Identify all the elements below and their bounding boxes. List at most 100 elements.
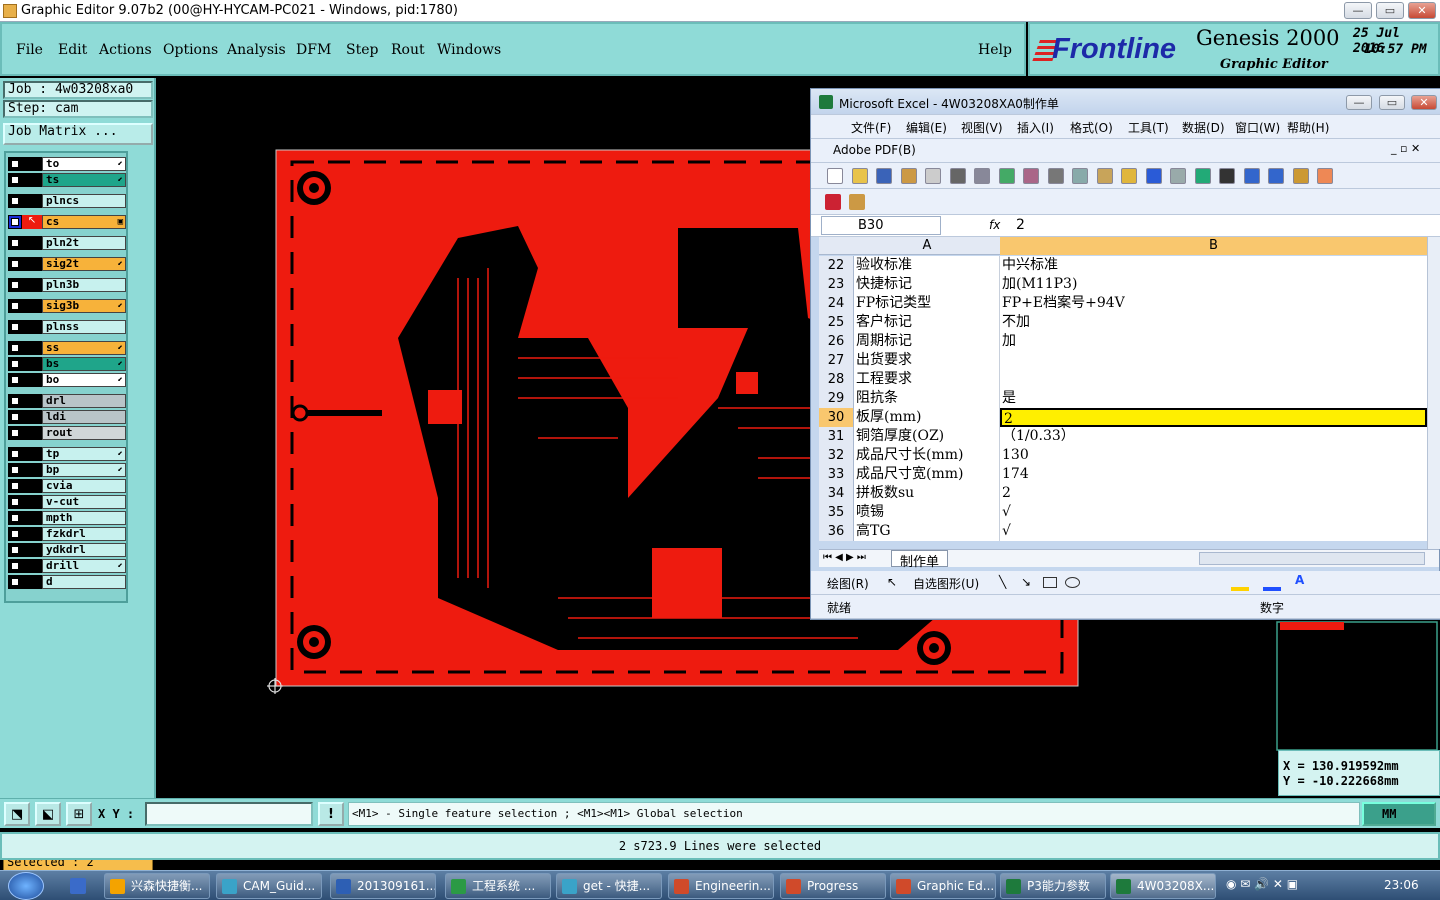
cell-a[interactable]: 快捷标记 xyxy=(854,275,1000,294)
menu-actions[interactable]: Actions xyxy=(99,42,152,58)
new-icon[interactable] xyxy=(827,168,843,184)
layer-name[interactable]: drl xyxy=(42,394,126,408)
layer-row-cs[interactable]: ↖ cs ▣ xyxy=(8,215,126,229)
layer-row-drill[interactable]: drill ⬋ xyxy=(8,559,126,573)
fx-icon[interactable]: fx xyxy=(989,218,1000,232)
layer-row-fzkdrl[interactable]: fzkdrl xyxy=(8,527,126,541)
taskbar-item[interactable]: Progress xyxy=(780,873,886,899)
layer-checkbox[interactable] xyxy=(8,299,22,313)
layer-name[interactable]: plncs xyxy=(42,194,126,208)
cell-b[interactable]: √ xyxy=(1000,503,1427,522)
layer-checkbox[interactable] xyxy=(8,410,22,424)
excel-menu-adobe-pdf[interactable]: Adobe PDF(B) xyxy=(833,143,916,157)
cell-a[interactable]: 铜箔厚度(OZ) xyxy=(854,427,1000,446)
open-icon[interactable] xyxy=(851,168,868,184)
layer-name[interactable]: drill ⬋ xyxy=(42,559,126,573)
paste-icon[interactable] xyxy=(1096,168,1113,184)
pdf-mail-icon[interactable] xyxy=(849,194,865,210)
sheet-tab-zhizuodan[interactable]: 制作单 xyxy=(891,550,949,570)
layer-name[interactable]: ldi xyxy=(42,410,126,424)
layer-checkbox[interactable] xyxy=(8,157,22,171)
layer-row-plnss[interactable]: plnss xyxy=(8,320,126,334)
excel-doc-controls[interactable]: _ ▫ ✕ xyxy=(1391,142,1420,155)
layer-name[interactable]: ss ⬋ xyxy=(42,341,126,355)
row-number[interactable]: 22 xyxy=(819,256,854,275)
layer-checkbox[interactable] xyxy=(8,194,22,208)
cell-b[interactable]: 中兴标准 xyxy=(1000,256,1427,275)
layer-checkbox[interactable] xyxy=(8,559,22,573)
alert-button[interactable]: ! xyxy=(318,802,344,826)
menu-help[interactable]: Help xyxy=(978,42,1012,58)
excel-menu-insert[interactable]: 插入(I) xyxy=(1017,119,1054,136)
col-header-a[interactable]: A xyxy=(854,237,1000,255)
layer-name[interactable]: cvia xyxy=(42,479,126,493)
cell-a[interactable]: 工程要求 xyxy=(854,370,1000,389)
layer-checkbox[interactable] xyxy=(8,236,22,250)
layer-row-plncs[interactable]: plncs xyxy=(8,194,126,208)
layer-name[interactable]: plnss xyxy=(42,320,126,334)
layer-row-ss[interactable]: ss ⬋ xyxy=(8,341,126,355)
job-matrix-button[interactable]: Job Matrix ... xyxy=(3,123,153,145)
layer-name[interactable]: to ⬋ xyxy=(42,157,126,171)
layer-checkbox[interactable] xyxy=(8,394,22,408)
layer-checkbox[interactable] xyxy=(8,341,22,355)
menu-dfm[interactable]: DFM xyxy=(296,42,331,58)
menu-options[interactable]: Options xyxy=(163,42,218,58)
cell-b[interactable]: 2 xyxy=(1000,408,1427,427)
layer-checkbox[interactable] xyxy=(8,447,22,461)
layer-row-bo[interactable]: bo ⬋ xyxy=(8,373,126,387)
cell-a[interactable]: 板厚(mm) xyxy=(854,408,1000,427)
layer-row-tp[interactable]: tp ⬋ xyxy=(8,447,126,461)
cell-a[interactable]: 高TG xyxy=(854,522,1000,541)
excel-menu-window[interactable]: 窗口(W) xyxy=(1235,119,1280,136)
layer-row-bp[interactable]: bp ⬋ xyxy=(8,463,126,477)
layer-name[interactable]: pln3b xyxy=(42,278,126,292)
layer-checkbox[interactable] xyxy=(8,257,22,271)
sheet-nav-icon[interactable]: ⏮ ◀ ▶ ⏭ xyxy=(823,552,866,563)
cell-a[interactable]: FP标记类型 xyxy=(854,294,1000,313)
sort-asc-icon[interactable] xyxy=(1243,168,1260,184)
excel-menu-data[interactable]: 数据(D) xyxy=(1182,119,1225,136)
cut-icon[interactable] xyxy=(1047,168,1064,184)
cell-b[interactable]: 不加 xyxy=(1000,313,1427,332)
row-number[interactable]: 26 xyxy=(819,332,854,351)
layer-row-bs[interactable]: bs ⬋ xyxy=(8,357,126,371)
layer-row-ydkdrl[interactable]: ydkdrl xyxy=(8,543,126,557)
layer-name[interactable]: sig2t ⬋ xyxy=(42,257,126,271)
cell-a[interactable]: 成品尺寸宽(mm) xyxy=(854,465,1000,484)
layer-row-pln3b[interactable]: pln3b xyxy=(8,278,126,292)
line-tool-icon[interactable]: ╲ xyxy=(999,575,1006,589)
layer-name[interactable]: tp ⬋ xyxy=(42,447,126,461)
layer-checkbox[interactable] xyxy=(8,173,22,187)
row-number[interactable]: 27 xyxy=(819,351,854,370)
taskbar-item[interactable]: 4W03208X... xyxy=(1110,873,1216,899)
font-color-icon[interactable]: A xyxy=(1295,573,1304,587)
layer-name[interactable]: ts ⬋ xyxy=(42,173,126,187)
fill-color-icon[interactable] xyxy=(1231,587,1249,591)
layer-row-rout[interactable]: rout xyxy=(8,426,126,440)
hyperlink-icon[interactable] xyxy=(1194,168,1211,184)
layer-name[interactable]: pln2t xyxy=(42,236,126,250)
cell-a[interactable]: 拼板数su xyxy=(854,484,1000,503)
row-number[interactable]: 25 xyxy=(819,313,854,332)
layer-checkbox[interactable] xyxy=(8,373,22,387)
taskbar-item[interactable]: get - 快捷... xyxy=(556,873,662,899)
excel-minimize-button[interactable]: — xyxy=(1346,95,1372,110)
excel-menu-tools[interactable]: 工具(T) xyxy=(1128,119,1169,136)
print-preview-icon[interactable] xyxy=(974,168,990,184)
row-number[interactable]: 34 xyxy=(819,484,854,503)
layer-row-mpth[interactable]: mpth xyxy=(8,511,126,525)
name-box[interactable]: B30 xyxy=(821,216,941,235)
layer-row-v-cut[interactable]: v-cut xyxy=(8,495,126,509)
row-number[interactable]: 23 xyxy=(819,275,854,294)
redo-icon[interactable] xyxy=(1170,168,1186,184)
vertical-scrollbar[interactable] xyxy=(1427,237,1440,549)
row-number[interactable]: 31 xyxy=(819,427,854,446)
layer-checkbox[interactable] xyxy=(8,495,22,509)
cell-b[interactable] xyxy=(1000,370,1427,389)
layer-checkbox[interactable] xyxy=(8,511,22,525)
menu-rout[interactable]: Rout xyxy=(391,42,425,58)
pdf-convert-icon[interactable] xyxy=(825,194,841,210)
format-painter-icon[interactable] xyxy=(1121,168,1137,184)
col-header-b[interactable]: B xyxy=(1000,237,1427,255)
